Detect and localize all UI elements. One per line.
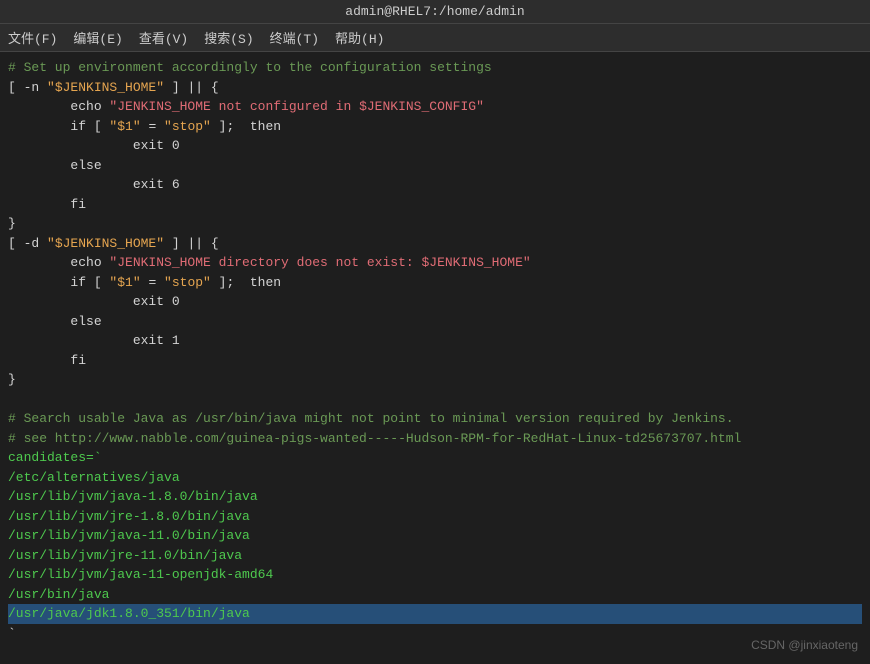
code-line-19: # see http://www.nabble.com/guinea-pigs-… bbox=[8, 429, 862, 449]
menu-file[interactable]: 文件(F) bbox=[8, 28, 57, 47]
code-line-blank2 bbox=[8, 643, 862, 660]
code-line-3: echo "JENKINS_HOME not configured in $JE… bbox=[8, 97, 862, 117]
code-line-16: fi bbox=[8, 351, 862, 371]
watermark: CSDN @jinxiaoteng bbox=[751, 638, 858, 652]
code-line-1: # Set up environment accordingly to the … bbox=[8, 58, 862, 78]
java-candidate-6: /usr/lib/jvm/java-11-openjdk-amd64 bbox=[8, 565, 862, 585]
code-line-4: if [ "$1" = "stop" ]; then bbox=[8, 117, 862, 137]
menu-search[interactable]: 搜索(S) bbox=[204, 28, 253, 47]
menu-help[interactable]: 帮助(H) bbox=[335, 28, 384, 47]
java-candidate-4: /usr/lib/jvm/java-11.0/bin/java bbox=[8, 526, 862, 546]
java-candidate-5: /usr/lib/jvm/jre-11.0/bin/java bbox=[8, 546, 862, 566]
code-line-18: # Search usable Java as /usr/bin/java mi… bbox=[8, 409, 862, 429]
menu-terminal[interactable]: 终端(T) bbox=[270, 28, 319, 47]
menu-view[interactable]: 查看(V) bbox=[139, 28, 188, 47]
java-candidate-2: /usr/lib/jvm/java-1.8.0/bin/java bbox=[8, 487, 862, 507]
menu-bar: 文件(F) 编辑(E) 查看(V) 搜索(S) 终端(T) 帮助(H) bbox=[0, 24, 870, 52]
java-candidate-7: /usr/bin/java bbox=[8, 585, 862, 605]
code-line-17: } bbox=[8, 370, 862, 390]
java-candidate-highlighted: /usr/java/jdk1.8.0_351/bin/java bbox=[8, 604, 862, 624]
code-line-14: else bbox=[8, 312, 862, 332]
menu-edit[interactable]: 编辑(E) bbox=[73, 28, 122, 47]
java-candidate-1: /etc/alternatives/java bbox=[8, 468, 862, 488]
code-line-backtick: ` bbox=[8, 624, 862, 644]
code-line-11: echo "JENKINS_HOME directory does not ex… bbox=[8, 253, 862, 273]
code-line-8: fi bbox=[8, 195, 862, 215]
title-bar: admin@RHEL7:/home/admin bbox=[0, 0, 870, 24]
code-line-10: [ -d "$JENKINS_HOME" ] || { bbox=[8, 234, 862, 254]
code-line-6: else bbox=[8, 156, 862, 176]
code-line-2: [ -n "$JENKINS_HOME" ] || { bbox=[8, 78, 862, 98]
code-line-15: exit 1 bbox=[8, 331, 862, 351]
code-line-12: if [ "$1" = "stop" ]; then bbox=[8, 273, 862, 293]
code-line-5: exit 0 bbox=[8, 136, 862, 156]
code-line-20: candidates=` bbox=[8, 448, 862, 468]
terminal-content: # Set up environment accordingly to the … bbox=[0, 52, 870, 660]
java-candidate-3: /usr/lib/jvm/jre-1.8.0/bin/java bbox=[8, 507, 862, 527]
code-line-blank1 bbox=[8, 390, 862, 410]
code-line-7: exit 6 bbox=[8, 175, 862, 195]
code-line-13: exit 0 bbox=[8, 292, 862, 312]
title-text: admin@RHEL7:/home/admin bbox=[345, 4, 524, 19]
code-line-9: } bbox=[8, 214, 862, 234]
